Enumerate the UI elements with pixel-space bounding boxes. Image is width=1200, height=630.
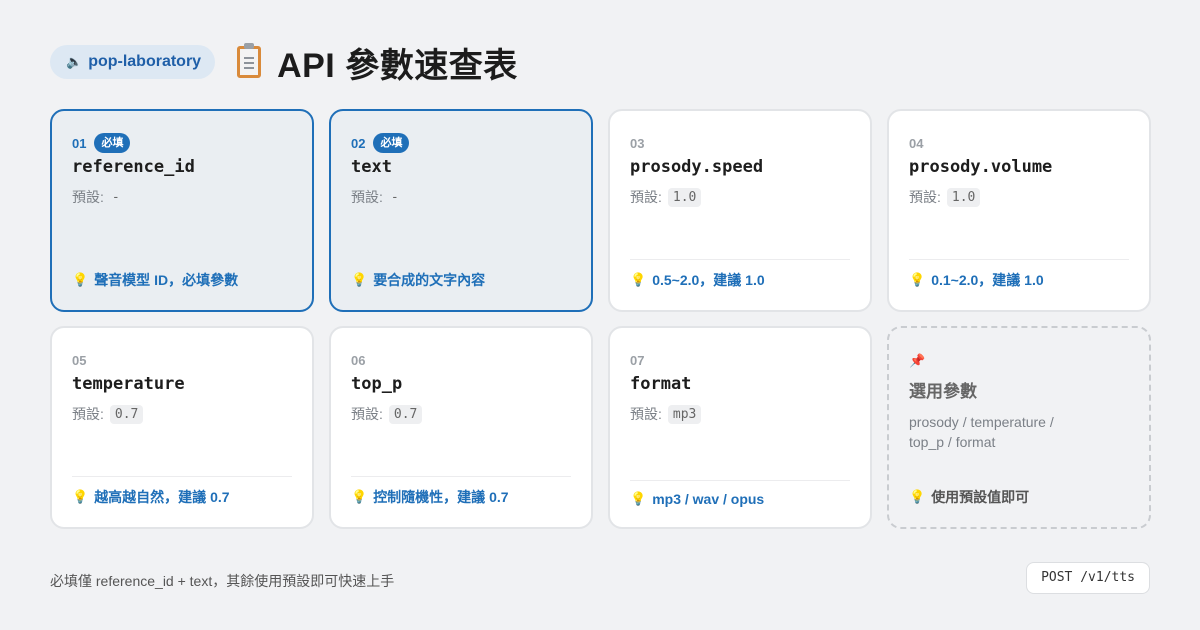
default-label: 預設: xyxy=(72,406,104,422)
footer-note: 必填僅 reference_id + text，其餘使用預設即可快速上手 xyxy=(50,573,395,589)
optional-description: prosody / temperature / top_p / format xyxy=(909,412,1129,452)
default-value: mp3 xyxy=(667,404,702,424)
title-wrap: API 參數速查表 xyxy=(237,38,518,87)
param-card-prosody-speed: 03 prosody.speed 預設: 1.0 💡 0.5~2.0，建議 1.… xyxy=(608,109,872,312)
param-tip: 💡 0.5~2.0，建議 1.0 xyxy=(630,259,850,290)
tip-text: 要合成的文字內容 xyxy=(373,272,486,288)
default-value: 1.0 xyxy=(667,187,702,207)
default-label: 預設: xyxy=(630,189,662,205)
default-value: - xyxy=(390,189,399,205)
param-card-reference-id: 01 必填 reference_id 預設: - 💡 聲音模型 ID，必填參數 xyxy=(50,109,314,312)
endpoint-badge: POST /v1/tts xyxy=(1026,562,1150,594)
param-name: format xyxy=(630,374,692,394)
param-name: prosody.volume xyxy=(909,157,1053,177)
pin-icon: 📌 xyxy=(909,353,926,368)
param-number: 04 xyxy=(909,135,924,151)
tip-text: 0.5~2.0，建議 1.0 xyxy=(652,272,765,288)
lightbulb-icon: 💡 xyxy=(351,489,368,504)
param-grid: 01 必填 reference_id 預設: - 💡 聲音模型 ID，必填參數 … xyxy=(50,109,1151,529)
param-card-text: 02 必填 text 預設: - 💡 要合成的文字內容 xyxy=(329,109,593,312)
param-name: text xyxy=(351,157,392,177)
optional-tip: 💡 使用預設值即可 xyxy=(909,477,1129,507)
optional-params-card: 📌 選用參數 prosody / temperature / top_p / f… xyxy=(887,326,1151,529)
tip-text: 控制隨機性，建議 0.7 xyxy=(373,489,509,505)
param-number: 01 xyxy=(72,135,87,151)
required-badge: 必填 xyxy=(94,133,131,153)
optional-title: 選用參數 xyxy=(909,382,977,401)
param-tip: 💡 控制隨機性，建議 0.7 xyxy=(351,476,571,507)
default-label: 預設: xyxy=(909,189,941,205)
lightbulb-icon: 💡 xyxy=(630,491,647,506)
optional-desc-line: top_p / format xyxy=(909,434,996,450)
header: 🔈 pop-laboratory API 參數速查表 xyxy=(50,38,518,87)
default-label: 預設: xyxy=(351,406,383,422)
tip-text: 聲音模型 ID，必填參數 xyxy=(94,272,239,288)
param-number: 03 xyxy=(630,135,645,151)
lightbulb-icon: 💡 xyxy=(909,489,926,504)
param-number: 05 xyxy=(72,352,87,368)
default-value: 1.0 xyxy=(946,187,981,207)
param-card-temperature: 05 temperature 預設: 0.7 💡 越高越自然，建議 0.7 xyxy=(50,326,314,529)
param-tip: 💡 mp3 / wav / opus xyxy=(630,480,850,507)
tip-text: 0.1~2.0，建議 1.0 xyxy=(931,272,1044,288)
param-tip: 💡 聲音模型 ID，必填參數 xyxy=(72,260,292,290)
param-card-top-p: 06 top_p 預設: 0.7 💡 控制隨機性，建議 0.7 xyxy=(329,326,593,529)
brand-badge: 🔈 pop-laboratory xyxy=(50,45,216,79)
param-name: top_p xyxy=(351,374,403,394)
speaker-icon: 🔈 xyxy=(66,54,83,69)
page-title: API 參數速查表 xyxy=(277,46,518,85)
param-tip: 💡 要合成的文字內容 xyxy=(351,260,571,290)
lightbulb-icon: 💡 xyxy=(72,272,89,287)
tip-text: 越高越自然，建議 0.7 xyxy=(94,489,230,505)
default-label: 預設: xyxy=(72,189,104,205)
default-value: - xyxy=(111,189,120,205)
default-value: 0.7 xyxy=(388,404,423,424)
param-name: temperature xyxy=(72,374,185,394)
lightbulb-icon: 💡 xyxy=(72,489,89,504)
default-value: 0.7 xyxy=(109,404,144,424)
param-number: 02 xyxy=(351,135,366,151)
param-name: reference_id xyxy=(72,157,195,177)
param-name: prosody.speed xyxy=(630,157,764,177)
brand-label: pop-laboratory xyxy=(88,53,202,70)
param-card-format: 07 format 預設: mp3 💡 mp3 / wav / opus xyxy=(608,326,872,529)
clipboard-icon xyxy=(237,43,262,78)
optional-desc-line: prosody / temperature / xyxy=(909,414,1054,430)
param-number: 06 xyxy=(351,352,366,368)
default-label: 預設: xyxy=(630,406,662,422)
param-card-prosody-volume: 04 prosody.volume 預設: 1.0 💡 0.1~2.0，建議 1… xyxy=(887,109,1151,312)
tip-text: 使用預設值即可 xyxy=(931,489,1030,505)
required-badge: 必填 xyxy=(373,133,410,153)
default-label: 預設: xyxy=(351,189,383,205)
lightbulb-icon: 💡 xyxy=(351,272,368,287)
param-tip: 💡 越高越自然，建議 0.7 xyxy=(72,476,292,507)
param-number: 07 xyxy=(630,352,645,368)
param-tip: 💡 0.1~2.0，建議 1.0 xyxy=(909,259,1129,290)
tip-text: mp3 / wav / opus xyxy=(652,491,765,507)
lightbulb-icon: 💡 xyxy=(909,272,926,287)
lightbulb-icon: 💡 xyxy=(630,272,647,287)
